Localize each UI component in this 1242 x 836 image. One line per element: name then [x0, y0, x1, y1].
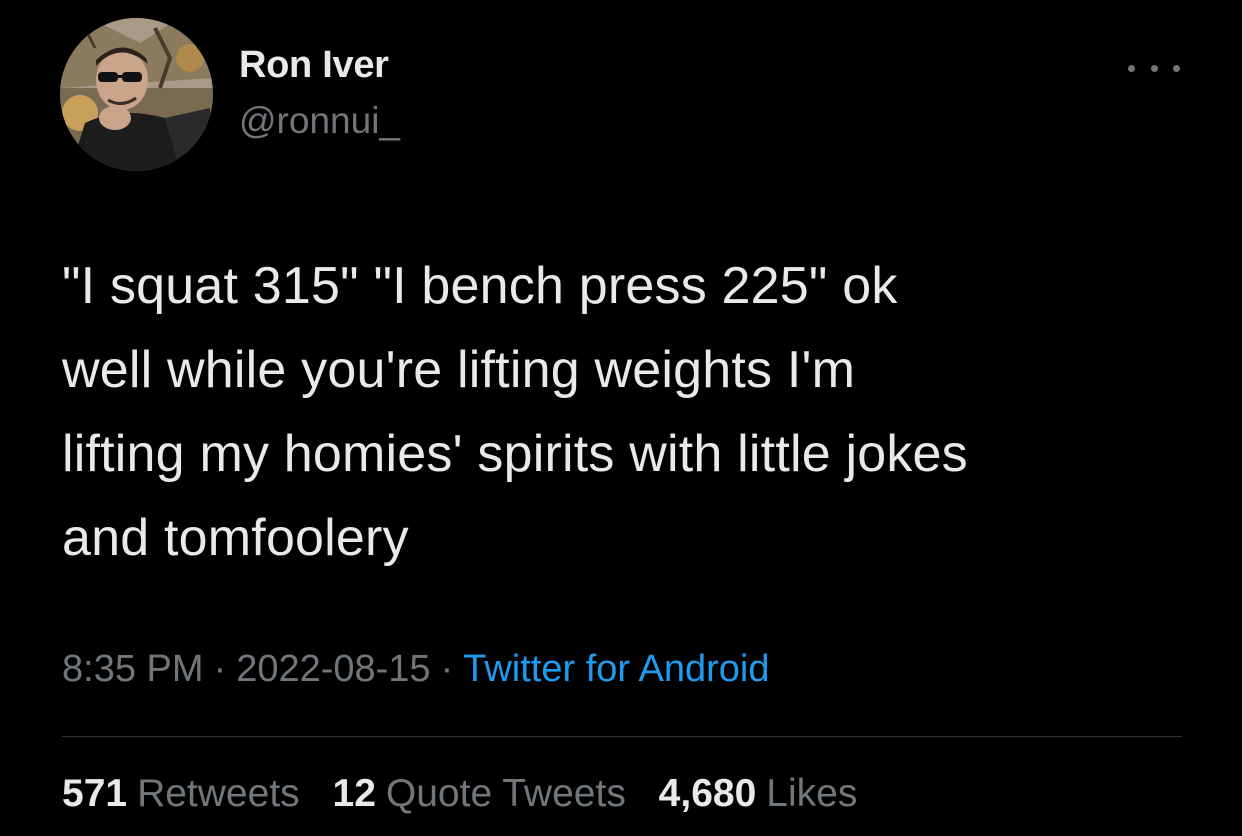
quote-tweets-count: 12 [332, 772, 376, 815]
likes-label: Likes [766, 772, 858, 815]
tweet-time[interactable]: 8:35 PM [62, 648, 204, 690]
tweet-text: "I squat 315" "I bench press 225" ok wel… [62, 257, 968, 567]
likes-count: 4,680 [658, 772, 757, 815]
tweet-stats: 571 Retweets 12 Quote Tweets 4,680 Likes [62, 772, 857, 816]
profile-photo [60, 18, 213, 171]
tweet-detail: Ron Iver @ronnui_ "I squat 315" "I bench… [0, 0, 1242, 836]
user-handle[interactable]: @ronnui_ [239, 100, 400, 142]
retweets-count: 571 [62, 772, 128, 815]
quote-tweets-stat[interactable]: 12 Quote Tweets [333, 772, 626, 815]
meta-separator: · [440, 648, 454, 690]
tweet-date[interactable]: 2022-08-15 [236, 648, 430, 690]
more-options-button[interactable] [1128, 56, 1180, 80]
more-dot [1173, 64, 1180, 72]
divider [62, 736, 1182, 737]
more-dot [1150, 64, 1158, 72]
retweets-stat[interactable]: 571 Retweets [62, 772, 300, 815]
tweet-metadata: 8:35 PM · 2022-08-15 · Twitter for Android [62, 648, 769, 691]
meta-separator: · [213, 648, 227, 690]
avatar[interactable] [60, 18, 213, 171]
quote-tweets-label: Quote Tweets [385, 772, 626, 815]
more-horizontal-icon [1128, 64, 1135, 72]
display-name[interactable]: Ron Iver [239, 44, 389, 87]
likes-stat[interactable]: 4,680 Likes [659, 772, 858, 815]
retweets-label: Retweets [137, 772, 300, 815]
tweet-source-link[interactable]: Twitter for Android [463, 648, 769, 690]
